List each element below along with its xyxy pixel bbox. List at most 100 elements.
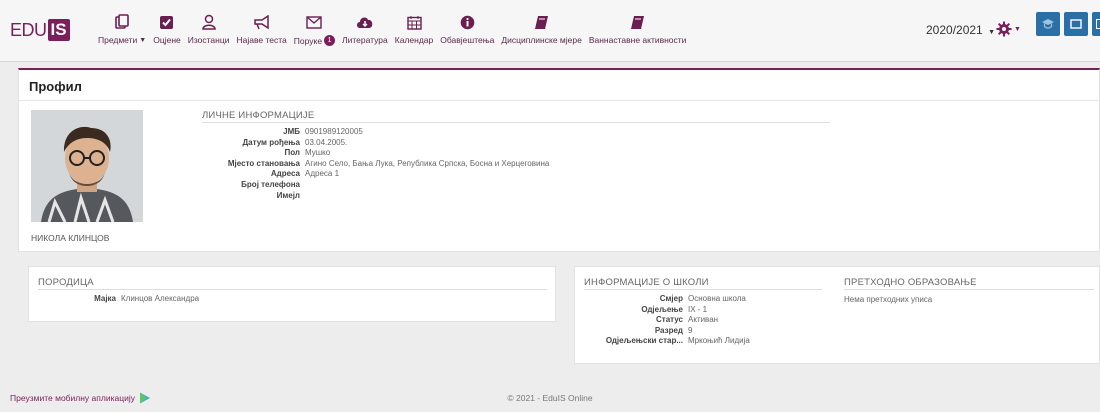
previous-education-heading: ПРЕТХОДНО ОБРАЗОВАЊЕ — [844, 277, 977, 288]
nav-label: Ваннаставне активности — [588, 35, 687, 45]
info-value: Мркоњић Лидија — [688, 336, 750, 346]
info-key: ЈМБ — [283, 127, 300, 136]
nav-grades[interactable]: Оцјене — [153, 12, 181, 45]
footer-copyright: © 2021 - EduIS Online — [507, 393, 593, 403]
logo-text-edu: EDU — [10, 19, 47, 40]
chevron-down-icon: ▼ — [139, 36, 147, 44]
school-year-value: 2020/2021 — [926, 23, 983, 37]
nav-extracurricular-activities[interactable]: Ваннаставне активности — [588, 12, 687, 45]
window-button[interactable] — [1064, 12, 1088, 36]
nav-subjects[interactable]: Предмети ▼ — [98, 12, 146, 45]
info-key: Адреса — [270, 169, 300, 179]
personal-info-heading: ЛИЧНЕ ИНФОРМАЦИЈЕ — [202, 110, 315, 121]
nav-label: Изостанци — [187, 35, 230, 45]
info-key: Смјер — [659, 294, 683, 303]
chevron-down-icon: ▼ — [1014, 25, 1021, 33]
nav-label: Оцјене — [153, 35, 181, 45]
window-icon — [1070, 19, 1082, 29]
message-count-badge: 1 — [324, 35, 336, 46]
nav-calendar[interactable]: Календар — [395, 12, 433, 45]
info-row-status: Статус Активан — [584, 315, 750, 326]
info-value: 03.04.2005. — [305, 137, 348, 147]
family-list: Мајка Клинцов Александра — [38, 294, 199, 305]
info-value: Адреса 1 — [305, 169, 340, 179]
info-value: Мушко — [305, 148, 331, 158]
info-key: Број телефона — [241, 179, 300, 189]
previous-education-empty-text: Нема претходних уписа — [844, 295, 933, 304]
info-row-mother: Мајка Клинцов Александра — [38, 294, 199, 305]
info-row-email: Имејл — [202, 191, 549, 202]
nav-label: Дисциплинске мјере — [501, 35, 582, 45]
mobile-app-link-label: Преузмите мобилну апликацију — [10, 393, 135, 403]
nav-notifications[interactable]: Обавјештења — [440, 12, 494, 45]
school-info-heading: ИНФОРМАЦИЈЕ О ШКОЛИ — [584, 277, 709, 288]
info-key: Одјељењски стар... — [605, 336, 683, 346]
info-row-birth-date: Датум рођења 03.04.2005. — [202, 138, 549, 149]
logout-button[interactable] — [1092, 12, 1100, 36]
calendar-icon — [406, 12, 422, 32]
info-row-track: Смјер Основна школа — [584, 294, 750, 305]
play-store-icon — [139, 392, 150, 404]
nav-absences[interactable]: Изостанци — [187, 12, 230, 45]
gear-icon — [996, 21, 1012, 37]
info-icon — [460, 12, 475, 32]
nav-literature[interactable]: Литература — [342, 12, 388, 45]
door-icon — [1095, 19, 1100, 29]
divider — [38, 289, 547, 290]
divider — [202, 122, 830, 123]
info-key: Датум рођења — [242, 137, 300, 147]
info-value: IX - 1 — [688, 304, 708, 314]
grades-check-icon — [159, 12, 174, 32]
info-row-phone: Број телефона — [202, 180, 549, 191]
divider — [19, 100, 1099, 101]
info-key: Пол — [284, 148, 300, 158]
mobile-app-link[interactable]: Преузмите мобилну апликацију — [10, 392, 151, 404]
cloud-download-icon — [356, 12, 374, 32]
family-panel: ПОРОДИЦА Мајка Клинцов Александра — [28, 266, 556, 322]
profile-panel: Профил НИКОЛА КЛИНЦОВ ЛИЧНЕ ИНФОРМАЦИЈЕ … — [18, 68, 1100, 252]
info-value: Активан — [688, 315, 719, 325]
absences-person-icon — [201, 12, 217, 32]
info-key: Статус — [656, 315, 683, 325]
info-value: 0901989120005 — [305, 127, 363, 136]
nav-messages[interactable]: Поруке 1 — [294, 12, 336, 46]
info-row-jmb: ЈМБ 0901989120005 — [202, 127, 549, 138]
page-title: Профил — [29, 79, 82, 94]
logo-text-is: IS — [47, 19, 70, 41]
role-switch-button[interactable] — [1036, 12, 1060, 36]
divider — [844, 289, 1094, 290]
nav-label: Најаве теста — [236, 35, 287, 45]
info-row-gender: Пол Мушко — [202, 148, 549, 159]
nav-label: Обавјештења — [440, 35, 495, 45]
eduis-logo[interactable]: EDU IS — [10, 19, 70, 41]
personal-info-list: ЈМБ 0901989120005 Датум рођења 03.04.2005.… — [202, 127, 549, 201]
info-key: Одјељење — [641, 304, 683, 314]
nav-label: Календар — [394, 35, 434, 45]
student-name: НИКОЛА КЛИНЦОВ — [31, 233, 110, 243]
info-value: Основна школа — [688, 294, 746, 303]
nav-label: Предмети — [98, 35, 138, 45]
info-row-class: Одјељење IX - 1 — [584, 305, 750, 316]
school-year-select[interactable]: 2020/2021 ▼ — [926, 23, 995, 37]
graduation-cap-icon — [1042, 19, 1054, 29]
megaphone-icon — [253, 12, 270, 32]
info-row-residence: Мјесто становања Агино Село, Бања Лука, Р… — [202, 159, 549, 170]
info-row-homeroom-teacher: Одјељењски стар... Мркоњић Лидија — [584, 336, 750, 347]
divider — [584, 289, 822, 290]
info-value: Клинцов Александра — [121, 294, 200, 303]
settings-dropdown[interactable]: ▼ — [996, 21, 1021, 37]
info-key: Мајка — [94, 294, 116, 303]
chevron-down-icon: ▼ — [988, 29, 996, 36]
info-key: Имејл — [276, 190, 300, 200]
nav-label: Литература — [342, 35, 388, 45]
book-icon — [534, 12, 549, 32]
nav-test-announcements[interactable]: Најаве теста — [236, 12, 287, 45]
top-navbar: EDU IS Предмети ▼ Оцјене Изостанци Најав… — [0, 0, 1100, 62]
subjects-icon — [114, 12, 130, 32]
school-info-panel: ИНФОРМАЦИЈЕ О ШКОЛИ Смјер Основна школа О… — [574, 266, 1100, 364]
info-value: 9 — [688, 325, 693, 335]
nav-disciplinary-measures[interactable]: Дисциплинске мјере — [501, 12, 582, 45]
student-photo — [31, 110, 143, 222]
info-key: Разред — [654, 325, 683, 335]
book-icon — [630, 12, 645, 32]
